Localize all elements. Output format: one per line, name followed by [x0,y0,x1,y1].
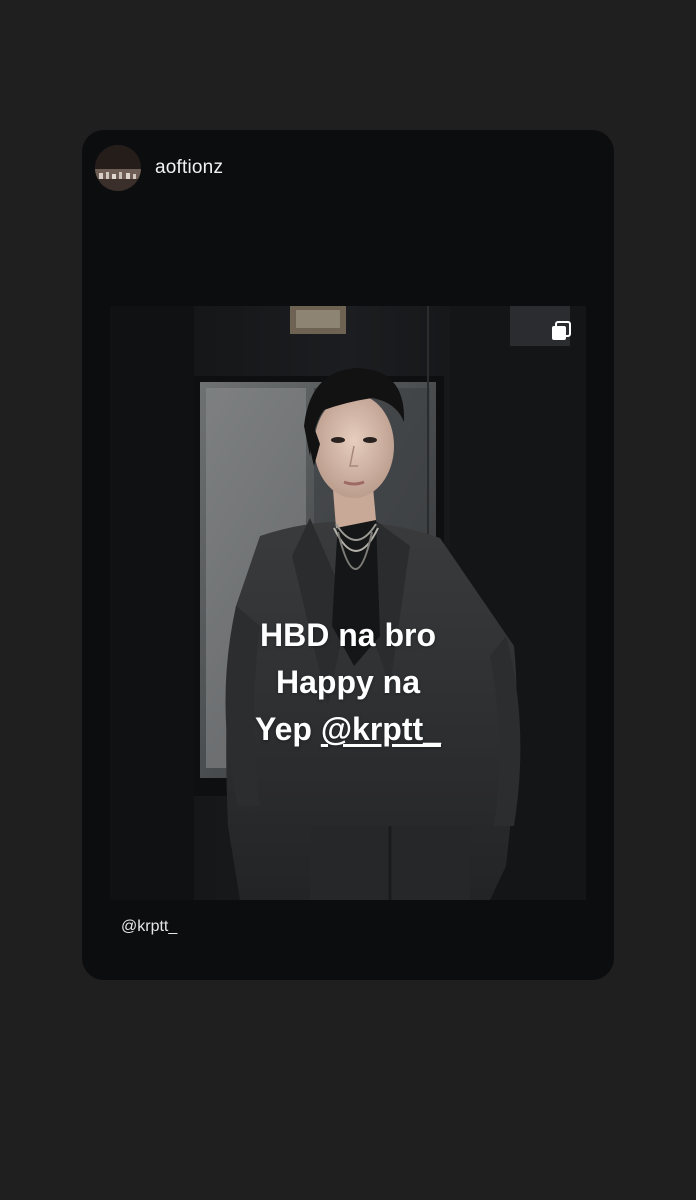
story-screen: aoftionz @krptt_ HBD na bro Happy na Yep… [0,0,696,1200]
post-header: aoftionz [82,130,614,208]
mention-sticker[interactable]: @krptt_ [321,711,441,747]
post-username[interactable]: aoftionz [155,157,223,179]
story-text-overlay: HBD na bro Happy na Yep @krptt_ [0,612,696,753]
avatar-photo-icon [95,145,141,191]
carousel-icon [552,321,571,340]
avatar[interactable] [95,145,141,191]
story-text-line-2: Happy na [275,664,421,700]
post-caption[interactable]: @krptt_ [121,918,177,936]
portrait-photo [110,306,586,900]
shared-post-card[interactable]: aoftionz @krptt_ [82,130,614,980]
story-text-line-3: Yep @krptt_ [0,706,696,753]
story-text-line-1: HBD na bro [260,617,436,653]
post-photo[interactable] [110,306,586,900]
story-text-line-3-prefix: Yep [255,711,321,747]
